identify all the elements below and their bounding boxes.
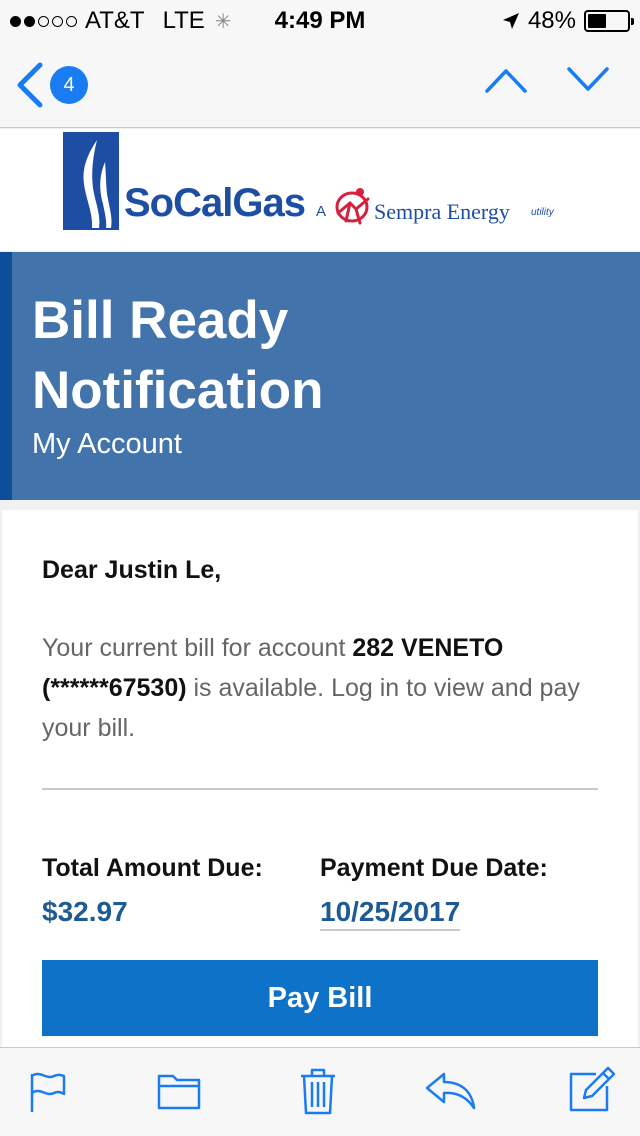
back-button[interactable]: 4 bbox=[14, 62, 88, 108]
account-name: 282 VENETO bbox=[352, 634, 504, 662]
email-body[interactable]: SoCalGas A Sempra Energy utility Bill Re… bbox=[0, 129, 640, 1047]
socalgas-flame-icon bbox=[63, 132, 119, 230]
flag-button[interactable] bbox=[28, 1070, 68, 1119]
total-amount-value: $32.97 bbox=[42, 896, 128, 927]
sempra-energy-icon bbox=[335, 188, 370, 225]
payment-due-label: Payment Due Date: bbox=[320, 854, 548, 882]
folder-icon bbox=[157, 1074, 201, 1110]
compose-icon bbox=[569, 1066, 616, 1112]
chevron-down-icon bbox=[567, 67, 609, 91]
total-amount-label: Total Amount Due: bbox=[42, 854, 263, 882]
reply-icon bbox=[425, 1072, 476, 1110]
battery-icon bbox=[584, 10, 634, 32]
greeting: Dear Justin Le, bbox=[42, 556, 222, 584]
brand-name: SoCalGas bbox=[124, 181, 306, 225]
partner-suffix: utility bbox=[531, 207, 554, 218]
next-message-button[interactable] bbox=[566, 66, 610, 99]
reply-button[interactable] bbox=[424, 1070, 478, 1115]
banner-subtitle: My Account bbox=[32, 428, 182, 460]
chevron-up-icon bbox=[485, 69, 527, 93]
mail-toolbar bbox=[0, 1047, 640, 1136]
battery-fill bbox=[588, 14, 607, 28]
flag-icon bbox=[30, 1072, 66, 1112]
message-prefix: Your current bill for account bbox=[42, 634, 353, 662]
compose-button[interactable] bbox=[568, 1066, 616, 1119]
payment-due-wrapper: 10/25/2017 bbox=[320, 896, 461, 931]
status-bar: AT&T LTE ✳ 4:49 PM 48% bbox=[0, 0, 640, 40]
account-number: (******67530) bbox=[42, 674, 187, 702]
mail-nav-bar: 4 bbox=[0, 40, 640, 128]
divider bbox=[42, 788, 598, 790]
battery-percent: 48% bbox=[527, 7, 576, 34]
banner-title: Bill Ready Notification bbox=[32, 291, 324, 420]
bill-card: Dear Justin Le, Your current bill for ac… bbox=[2, 510, 638, 1047]
pay-bill-button[interactable]: Pay Bill bbox=[42, 960, 598, 1036]
trash-button[interactable] bbox=[298, 1066, 338, 1121]
payment-due-date-link[interactable]: 10/25/2017 bbox=[320, 896, 461, 931]
unread-count-badge: 4 bbox=[50, 66, 88, 104]
notification-banner: Bill Ready Notification My Account bbox=[0, 252, 640, 500]
bill-message: Your current bill for account 282 VENETO… bbox=[42, 628, 602, 748]
move-to-folder-button[interactable] bbox=[157, 1070, 201, 1115]
company-logo: SoCalGas A Sempra Energy utility bbox=[0, 129, 640, 251]
trash-icon bbox=[301, 1068, 335, 1115]
previous-message-button[interactable] bbox=[484, 66, 528, 99]
chevron-left-icon bbox=[17, 62, 43, 108]
partner-name: Sempra Energy bbox=[374, 199, 510, 224]
brand-connector: A bbox=[316, 203, 327, 220]
location-arrow-icon bbox=[502, 13, 519, 29]
status-right: 48% bbox=[502, 7, 634, 35]
